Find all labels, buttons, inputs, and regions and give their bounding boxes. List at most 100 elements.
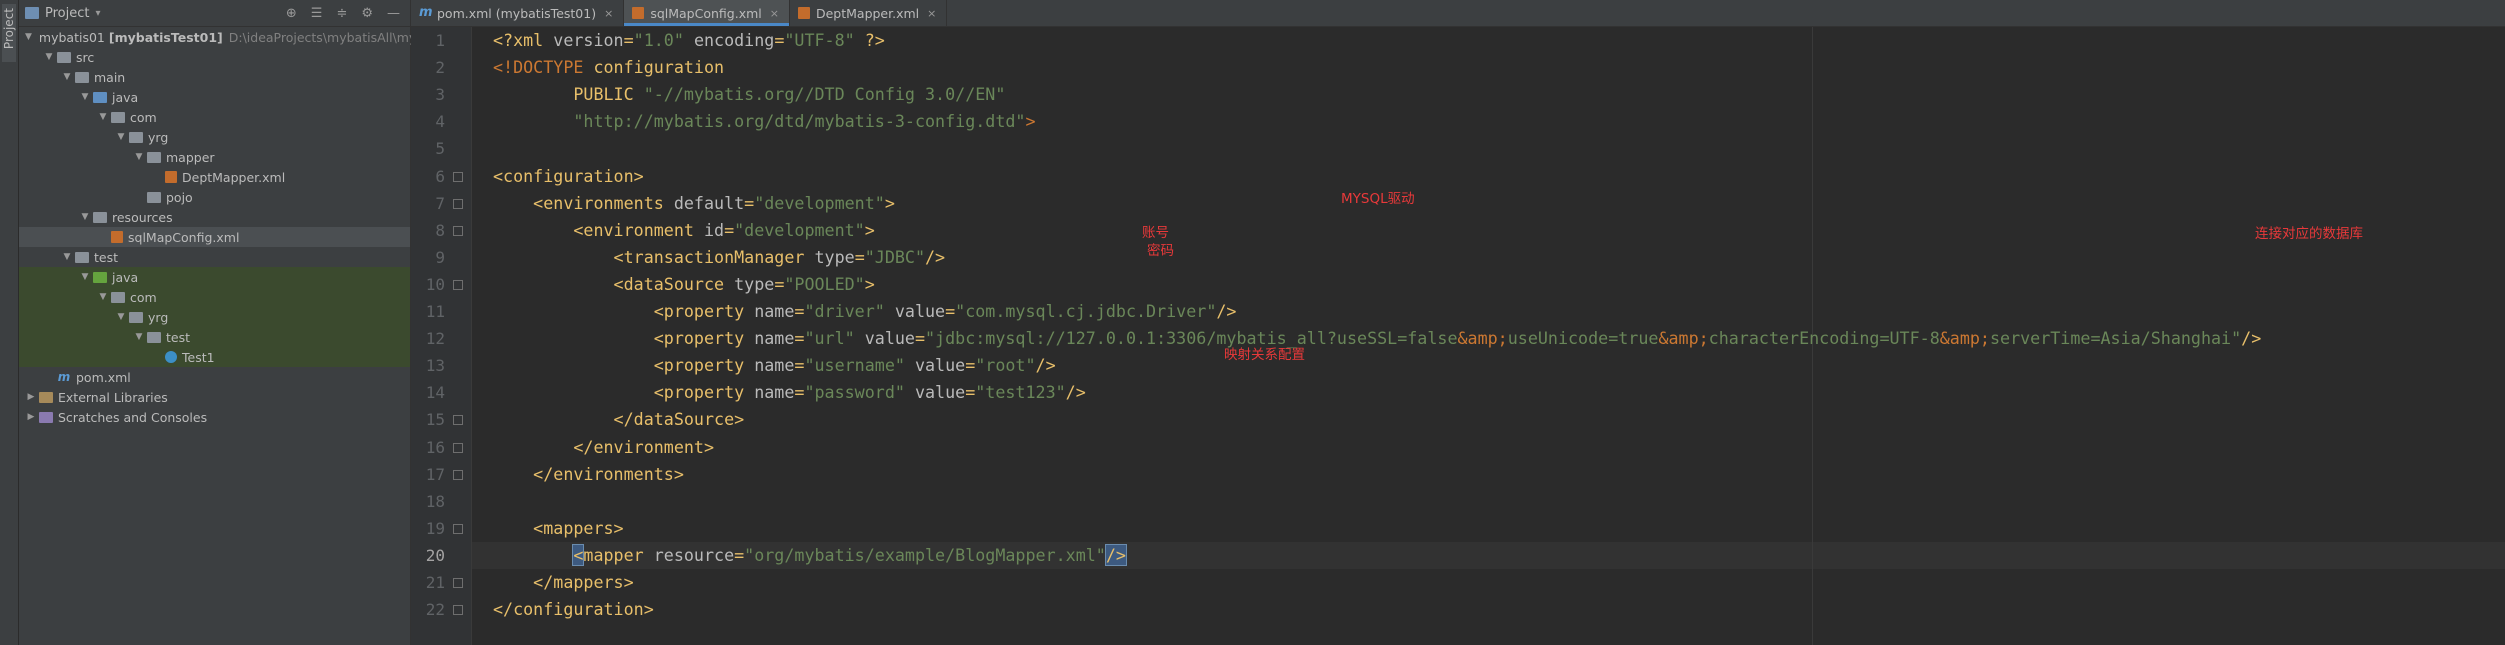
chevron-down-icon[interactable]: ▼ xyxy=(25,32,32,42)
fold-marker-icon[interactable] xyxy=(453,469,463,480)
chevron-down-icon[interactable]: ▼ xyxy=(97,112,109,122)
line-number: 20 xyxy=(425,545,445,565)
gear-icon[interactable]: ⚙ xyxy=(361,6,373,21)
chevron-down-icon[interactable]: ▼ xyxy=(61,72,73,82)
fold-marker-icon[interactable] xyxy=(453,442,463,453)
tree-item[interactable]: ▼ com xyxy=(19,107,410,127)
tree-item-label: yrg xyxy=(148,309,169,325)
target-icon[interactable]: ⊕ xyxy=(286,6,297,21)
editor-tab-label: DeptMapper.xml xyxy=(815,5,920,21)
tree-item-label: java xyxy=(112,89,139,105)
editor-tab[interactable]: sqlMapConfig.xml × xyxy=(624,0,790,26)
tree-item[interactable]: ▼ yrg xyxy=(19,307,410,327)
code-token: </dataSource> xyxy=(493,409,745,430)
code-token: "-//mybatis.org//DTD Config 3.0//EN" xyxy=(643,84,1006,105)
code-token: type xyxy=(814,246,855,267)
chevron-down-icon[interactable]: ▼ xyxy=(43,52,55,62)
tree-item[interactable]: ▼ test xyxy=(19,327,410,347)
editor-tabs: m pom.xml (mybatisTest01) × sqlMapConfig.xm… xyxy=(411,0,2505,27)
code-line: <environment id="development"> xyxy=(493,217,874,244)
annotation-password: 密码 xyxy=(1147,243,1174,259)
tree-item[interactable]: ▼ com xyxy=(19,287,410,307)
chevron-down-icon[interactable]: ▼ xyxy=(97,292,109,302)
tree-item[interactable]: ▼ mybatis01 [mybatisTest01] D:\ideaProjects… xyxy=(19,27,424,47)
tree-item[interactable]: ▼ yrg xyxy=(19,127,410,147)
code-line: PUBLIC "-//mybatis.org//DTD Config 3.0//… xyxy=(493,81,1005,108)
xml-file-icon xyxy=(797,7,810,19)
code-token: "development" xyxy=(734,219,865,240)
code-token: <dataSource xyxy=(493,273,735,294)
fold-marker-icon[interactable] xyxy=(453,605,463,616)
code-token: <property xyxy=(493,355,755,376)
expand-all-icon[interactable]: ☰ xyxy=(311,6,323,21)
fold-marker-icon[interactable] xyxy=(453,198,463,209)
chevron-right-icon[interactable]: ▶ xyxy=(25,412,37,422)
testsrc-icon xyxy=(93,271,107,283)
minimize-icon[interactable]: — xyxy=(387,6,400,21)
chevron-down-icon[interactable]: ▼ xyxy=(79,92,91,102)
tree-item[interactable]: DeptMapper.xml xyxy=(19,167,410,187)
tree-item[interactable]: m pom.xml xyxy=(19,367,410,387)
tree-item-label: sqlMapConfig.xml xyxy=(128,229,240,245)
code-token: <!DOCTYPE xyxy=(493,57,594,78)
chevron-down-icon[interactable]: ▾ xyxy=(95,8,100,19)
tree-item-label: test xyxy=(94,249,119,265)
fold-marker-icon[interactable] xyxy=(453,279,463,290)
code-line: </mappers> xyxy=(493,569,633,596)
code-token: </environments> xyxy=(493,463,684,484)
chevron-down-icon[interactable]: ▼ xyxy=(133,152,145,162)
fold-marker-icon[interactable] xyxy=(453,578,463,588)
code-token: = xyxy=(945,301,956,321)
fold-marker-icon[interactable] xyxy=(453,415,463,426)
code-token: <transactionManager xyxy=(493,246,815,267)
code-line: <property name="driver" value="com.mysql… xyxy=(493,298,1237,325)
tree-item[interactable]: ▶ Scratches and Consoles xyxy=(19,407,410,427)
project-panel-title[interactable]: Project xyxy=(45,6,89,21)
tree-item[interactable]: ▼ test xyxy=(19,247,410,267)
code-editor[interactable]: MYSQL驱动 账号 密码 连接对应的数据库 映射关系配置 <?xml vers… xyxy=(472,27,2505,645)
close-icon[interactable]: × xyxy=(927,7,936,20)
chevron-right-icon[interactable]: ▶ xyxy=(25,392,37,402)
code-token: /> xyxy=(1065,382,1086,403)
fold-marker-icon[interactable] xyxy=(453,171,463,182)
tree-item[interactable]: sqlMapConfig.xml xyxy=(19,227,410,247)
chevron-down-icon[interactable]: ▼ xyxy=(79,272,91,282)
code-token: "com.mysql.cj.jdbc.Driver" xyxy=(955,301,1217,321)
chevron-down-icon[interactable]: ▼ xyxy=(133,332,145,342)
chevron-down-icon[interactable]: ▼ xyxy=(115,312,127,322)
fold-marker-icon[interactable] xyxy=(453,523,463,534)
tree-item[interactable]: ▼ src xyxy=(19,47,410,67)
line-number: 22 xyxy=(425,600,445,620)
tree-item[interactable]: ▼ java xyxy=(19,87,410,107)
close-icon[interactable]: × xyxy=(770,7,779,20)
tree-item-label: resources xyxy=(112,209,173,225)
code-token: = xyxy=(965,382,976,403)
tree-item[interactable]: ▶ External Libraries xyxy=(19,387,410,407)
xml-icon xyxy=(111,231,123,243)
tree-item[interactable]: pojo xyxy=(19,187,410,207)
tree-item[interactable]: ▼ resources xyxy=(19,207,410,227)
editor-tab[interactable]: DeptMapper.xml × xyxy=(790,0,948,26)
line-number: 9 xyxy=(435,247,445,267)
line-number: 12 xyxy=(425,329,445,349)
tree-item-label: yrg xyxy=(148,129,169,145)
folder-icon xyxy=(57,51,71,63)
collapse-all-icon[interactable]: ≑ xyxy=(336,6,347,21)
chevron-down-icon[interactable]: ▼ xyxy=(79,212,91,222)
code-token: "org/mybatis/example/BlogMapper.xml" xyxy=(744,544,1106,565)
code-token: default xyxy=(673,192,745,213)
tree-item[interactable]: ▼ main xyxy=(19,67,410,87)
code-token: "jdbc:mysql://127.0.0.1:3306/mybatis_all… xyxy=(925,328,1458,349)
chevron-down-icon[interactable]: ▼ xyxy=(115,132,127,142)
line-number: 8 xyxy=(435,220,445,240)
tree-item[interactable]: ▼ mapper xyxy=(19,147,410,167)
close-icon[interactable]: × xyxy=(604,7,613,20)
fold-marker-icon[interactable] xyxy=(453,225,463,236)
code-token: value xyxy=(914,382,966,403)
editor-tab[interactable]: m pom.xml (mybatisTest01) × xyxy=(411,0,625,26)
editor-tab-label: sqlMapConfig.xml xyxy=(650,5,762,21)
tree-item[interactable]: Test1 xyxy=(19,347,410,367)
project-panel: Project ▾ ⊕ ☰ ≑ ⚙ — ▼ mybatis01 [mybatisTe… xyxy=(19,0,424,645)
tree-item[interactable]: ▼ java xyxy=(19,267,410,287)
chevron-down-icon[interactable]: ▼ xyxy=(61,252,73,262)
